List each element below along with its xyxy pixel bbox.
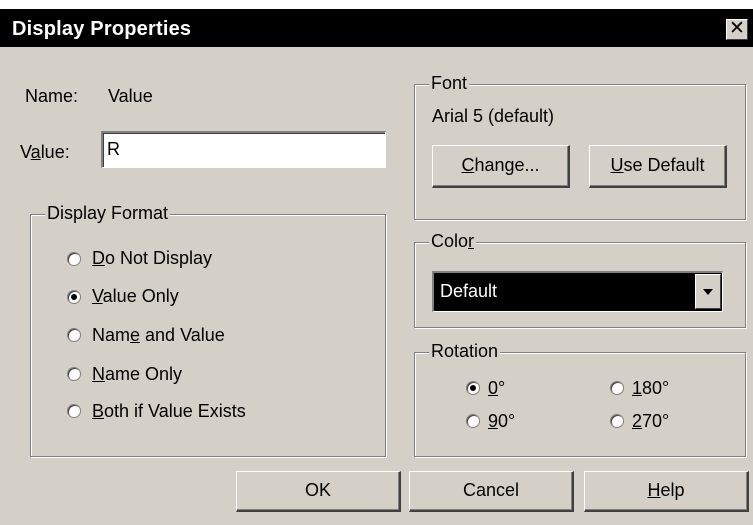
radio-do-not-display[interactable]: [67, 252, 81, 266]
change-font-button[interactable]: Change...: [432, 145, 570, 188]
value-label: Value:: [20, 142, 70, 162]
font-legend: Font: [429, 73, 470, 94]
option-do-not-display-label[interactable]: Do Not Display: [92, 248, 212, 269]
color-legend: Color: [429, 231, 477, 252]
close-button[interactable]: ✕: [726, 19, 748, 40]
use-default-font-button[interactable]: Use Default: [589, 145, 727, 188]
rotation-270-label[interactable]: 270°: [632, 411, 669, 432]
dropdown-arrow-icon[interactable]: [695, 274, 721, 309]
help-button[interactable]: Help: [584, 471, 749, 512]
display-format-legend: Display Format: [45, 203, 171, 224]
value-input-text: R: [107, 139, 120, 159]
title-bar[interactable]: Display Properties ✕: [0, 9, 753, 47]
color-selected-value: Default: [440, 281, 498, 301]
close-icon: ✕: [729, 18, 745, 39]
value-input[interactable]: R: [101, 131, 386, 168]
ok-button[interactable]: OK: [236, 471, 401, 512]
rotation-group: Rotation: [414, 341, 746, 457]
rotation-0-label[interactable]: 0°: [488, 378, 505, 399]
radio-both-if-value-exists[interactable]: [67, 404, 81, 418]
radio-value-only[interactable]: [67, 290, 81, 304]
radio-name-only[interactable]: [67, 367, 81, 381]
display-properties-dialog: Display Properties ✕ Name: Value Value: …: [0, 9, 753, 525]
current-font-text: Arial 5 (default): [432, 106, 555, 126]
cancel-button[interactable]: Cancel: [409, 471, 574, 512]
name-label: Name:: [25, 86, 79, 106]
name-value: Value: [108, 86, 153, 106]
rotation-90-label[interactable]: 90°: [488, 411, 515, 432]
radio-rotation-180[interactable]: [610, 381, 624, 395]
rotation-180-label[interactable]: 180°: [632, 378, 669, 399]
radio-rotation-90[interactable]: [466, 414, 480, 428]
color-dropdown[interactable]: Default: [432, 271, 723, 312]
radio-rotation-0[interactable]: [466, 381, 480, 395]
rotation-legend: Rotation: [429, 341, 501, 362]
option-name-only-label[interactable]: Name Only: [92, 364, 182, 385]
radio-name-and-value[interactable]: [67, 328, 81, 342]
radio-rotation-270[interactable]: [610, 414, 624, 428]
window-title: Display Properties: [12, 18, 192, 40]
option-both-if-value-exists-label[interactable]: Both if Value Exists: [92, 401, 246, 422]
option-value-only-label[interactable]: Value Only: [92, 286, 179, 307]
option-name-and-value-label[interactable]: Name and Value: [92, 325, 225, 346]
